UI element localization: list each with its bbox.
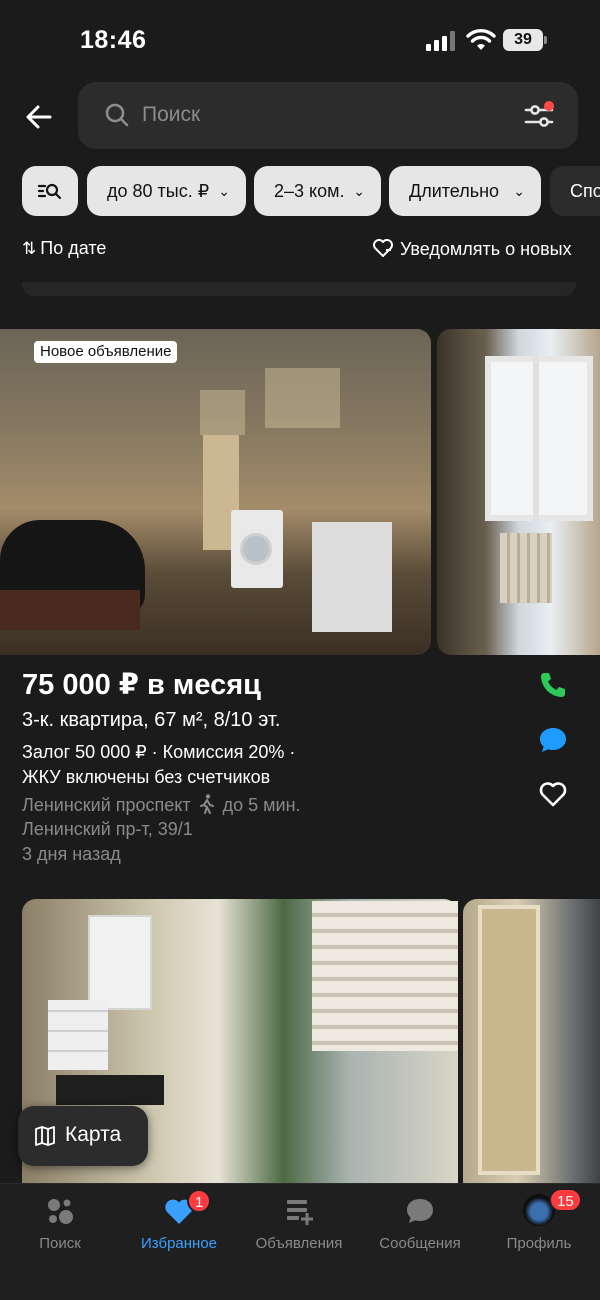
search-dots-icon	[48, 1199, 73, 1224]
chat-bubble-icon	[407, 1199, 433, 1223]
favorites-badge: 1	[187, 1189, 212, 1213]
chip-term[interactable]: Длительно ⌄	[389, 166, 541, 216]
walking-person-icon	[199, 794, 214, 814]
search-icon	[105, 103, 129, 127]
sort-arrows-icon: ⇅	[22, 239, 37, 258]
filter-chips: до 80 тыс. ₽ ⌄ 2–3 ком. ⌄ Длительно ⌄ Сп…	[22, 166, 600, 216]
back-arrow-icon[interactable]	[20, 98, 58, 136]
nav-profile[interactable]: 15 Профиль	[479, 1184, 599, 1300]
bottom-nav: Поиск 1 Избранное Объявления Сообщения 1…	[0, 1183, 600, 1300]
heart-icon[interactable]	[537, 778, 569, 810]
saved-search-chip[interactable]	[22, 166, 78, 216]
nav-search-label: Поиск	[39, 1235, 81, 1252]
list-add-icon	[287, 1200, 313, 1225]
nav-favorites-label: Избранное	[140, 1235, 218, 1252]
photo-window	[485, 356, 593, 521]
wifi-icon	[466, 29, 496, 50]
new-listing-badge: Новое объявление	[34, 341, 178, 363]
status-time: 18:46	[80, 26, 147, 54]
map-label: Карта	[65, 1123, 122, 1146]
photo-stovetop	[56, 1075, 164, 1105]
nav-messages[interactable]: Сообщения	[360, 1184, 480, 1300]
listing-date: 3 дня назад	[22, 844, 121, 864]
nav-ads[interactable]: Объявления	[239, 1184, 359, 1300]
photo-radiator	[500, 533, 552, 603]
nav-ads-label: Объявления	[255, 1235, 343, 1252]
chevron-down-icon: ⌄	[218, 183, 230, 199]
chip-term-label: Длительно	[409, 181, 500, 201]
listing-title[interactable]: 3-к. квартира, 67 м², 8/10 эт.	[22, 709, 280, 732]
chip-rooms[interactable]: 2–3 ком. ⌄	[254, 166, 381, 216]
metro-station: Ленинский проспект	[22, 795, 191, 815]
map-button[interactable]: Карта	[18, 1106, 148, 1166]
sort-button[interactable]: ⇅ По дате	[22, 238, 106, 259]
notify-label: Уведомлять о новых	[400, 239, 572, 259]
nav-profile-label: Профиль	[506, 1235, 572, 1252]
promo-strip-edge	[22, 282, 576, 296]
chip-price[interactable]: до 80 тыс. ₽ ⌄	[87, 166, 246, 216]
search-input[interactable]: Поиск	[78, 82, 578, 149]
listing-price[interactable]: 75 000 ₽ в месяц	[22, 667, 261, 702]
listing-terms: Залог 50 000 ₽ · Комиссия 20% ·	[22, 742, 296, 762]
sort-label: По дате	[40, 238, 107, 258]
search-placeholder: Поиск	[142, 103, 201, 126]
nav-favorites[interactable]: 1 Избранное	[119, 1184, 239, 1300]
battery-icon: 39	[503, 29, 547, 51]
chevron-down-icon: ⌄	[353, 183, 365, 199]
chip-more-label: Спо	[570, 181, 600, 201]
nav-messages-label: Сообщения	[379, 1235, 461, 1252]
photo-window-blind	[312, 901, 458, 1051]
photo-door	[478, 905, 540, 1175]
chat-bubble-icon[interactable]	[537, 724, 569, 756]
listing-metro: Ленинский проспект до 5 мин.	[22, 794, 301, 816]
phone-icon[interactable]	[537, 669, 569, 701]
listing-terms-utilities: ЖКУ включены без счетчиков	[22, 767, 271, 787]
chip-rooms-label: 2–3 ком.	[274, 181, 345, 201]
listing-address: Ленинский пр-т, 39/1	[22, 819, 193, 839]
heart-bell-icon	[373, 239, 393, 257]
filter-active-dot	[544, 101, 554, 111]
battery-level: 39	[503, 29, 543, 51]
nav-search[interactable]: Поиск	[0, 1184, 120, 1300]
photo-cabinet	[88, 915, 152, 1010]
profile-badge: 15	[549, 1188, 582, 1212]
notify-button[interactable]: Уведомлять о новых	[372, 238, 572, 260]
cellular-signal-icon	[426, 31, 456, 51]
metro-walk-time: до 5 мин.	[222, 795, 301, 815]
status-bar: 18:46 39	[0, 0, 600, 80]
photo-stove	[312, 522, 392, 632]
chip-price-label: до 80 тыс. ₽	[107, 181, 210, 201]
map-icon	[35, 1126, 55, 1146]
chip-more[interactable]: Спо	[550, 166, 600, 216]
list-search-icon	[37, 183, 62, 200]
chevron-down-icon: ⌄	[513, 183, 525, 199]
